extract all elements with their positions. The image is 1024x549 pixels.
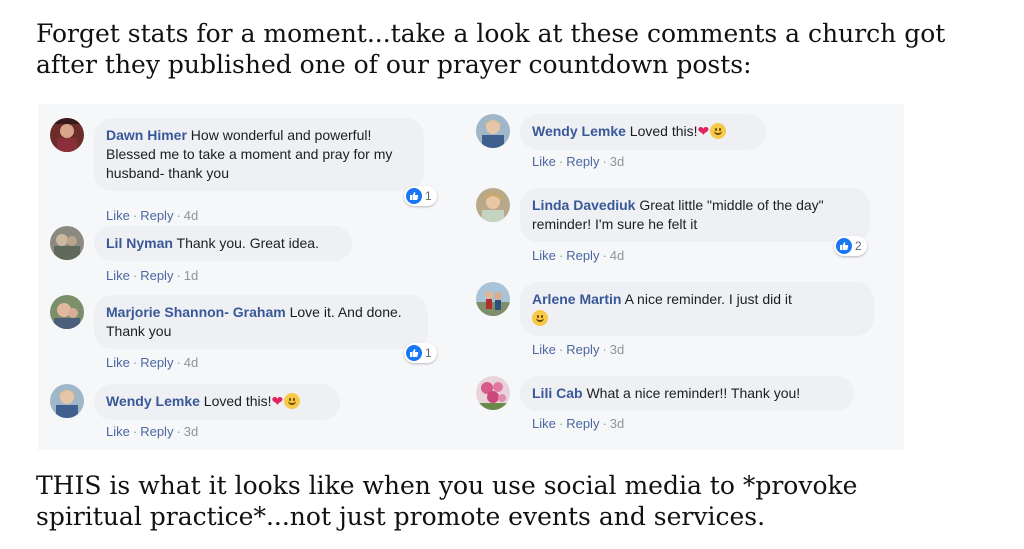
reply-link[interactable]: Reply: [140, 355, 173, 370]
reply-link[interactable]: Reply: [566, 248, 599, 263]
comment-bubble: Lil Nyman Thank you. Great idea.: [94, 226, 352, 261]
comment-time[interactable]: 4d: [610, 248, 624, 263]
reaction-count[interactable]: 1: [404, 186, 437, 206]
comment-time[interactable]: 4d: [184, 355, 198, 370]
footer-line-1: THIS is what it looks like when you use …: [36, 471, 858, 500]
smile-emoji-icon: [710, 123, 727, 139]
like-link[interactable]: Like: [532, 342, 556, 357]
comment-text: What a nice reminder!! Thank you!: [582, 385, 801, 401]
reaction-number: 2: [855, 239, 862, 253]
comment-bubble: Marjorie Shannon- Graham Love it. And do…: [94, 295, 428, 349]
comment-text: Thank you. Great idea.: [172, 235, 319, 251]
like-link[interactable]: Like: [532, 154, 556, 169]
comment-actions: Like · Reply · 1d: [106, 268, 199, 283]
heart-emoji-icon: ❤: [271, 394, 284, 410]
reply-link[interactable]: Reply: [140, 208, 173, 223]
avatar[interactable]: [50, 295, 84, 329]
comment-time[interactable]: 4d: [184, 208, 198, 223]
reply-link[interactable]: Reply: [140, 268, 173, 283]
comment-actions: Like · Reply · 3d: [106, 424, 199, 439]
comment-author[interactable]: Wendy Lemke: [532, 123, 626, 139]
comment-author[interactable]: Linda Davediuk: [532, 197, 635, 213]
footer-caption: THIS is what it looks like when you use …: [36, 470, 996, 532]
like-reaction-icon: [406, 345, 422, 361]
reply-link[interactable]: Reply: [566, 154, 599, 169]
comment-time[interactable]: 3d: [184, 424, 198, 439]
comment-actions: Like · Reply · 3d: [532, 416, 625, 431]
avatar[interactable]: [50, 118, 84, 152]
reaction-count[interactable]: 1: [404, 343, 437, 363]
reaction-number: 1: [425, 189, 432, 203]
avatar[interactable]: [476, 376, 510, 410]
smile-emoji-icon: [284, 393, 301, 409]
reply-link[interactable]: Reply: [566, 416, 599, 431]
comment-bubble: Wendy Lemke Loved this!❤: [520, 114, 766, 150]
avatar[interactable]: [476, 114, 510, 148]
comment-time[interactable]: 1d: [184, 268, 198, 283]
like-link[interactable]: Like: [532, 248, 556, 263]
avatar[interactable]: [476, 282, 510, 316]
comment-actions: Like · Reply · 4d: [106, 355, 199, 370]
reply-link[interactable]: Reply: [566, 342, 599, 357]
comment-bubble: Linda Davediuk Great little "middle of t…: [520, 188, 870, 242]
headline-line-1: Forget stats for a moment...take a look …: [36, 19, 946, 48]
comment-bubble: Lili Cab What a nice reminder!! Thank yo…: [520, 376, 854, 411]
comment-bubble: Wendy Lemke Loved this!❤: [94, 384, 340, 420]
reaction-number: 1: [425, 346, 432, 360]
headline: Forget stats for a moment...take a look …: [36, 18, 996, 80]
avatar[interactable]: [50, 226, 84, 260]
comment-actions: Like · Reply · 3d: [532, 154, 625, 169]
heart-emoji-icon: ❤: [697, 124, 710, 140]
comment-time[interactable]: 3d: [610, 342, 624, 357]
avatar[interactable]: [476, 188, 510, 222]
comment-actions: Like · Reply · 4d: [532, 248, 625, 263]
smile-emoji-icon: [532, 310, 548, 326]
like-reaction-icon: [406, 188, 422, 204]
comment-text: A nice reminder. I just did it: [621, 291, 792, 307]
comment-author[interactable]: Marjorie Shannon- Graham: [106, 304, 286, 320]
comment-author[interactable]: Wendy Lemke: [106, 393, 200, 409]
headline-line-2: after they published one of our prayer c…: [36, 50, 752, 79]
footer-line-2: spiritual practice*...not just promote e…: [36, 502, 766, 531]
reply-link[interactable]: Reply: [140, 424, 173, 439]
comment-text: Loved this!: [199, 393, 272, 409]
like-link[interactable]: Like: [106, 268, 130, 283]
like-link[interactable]: Like: [106, 355, 130, 370]
comment-bubble: Dawn Himer How wonderful and powerful! B…: [94, 118, 424, 191]
comment-time[interactable]: 3d: [610, 416, 624, 431]
like-link[interactable]: Like: [532, 416, 556, 431]
like-reaction-icon: [836, 238, 852, 254]
comment-author[interactable]: Lili Cab: [532, 385, 583, 401]
comments-screenshot: Dawn Himer How wonderful and powerful! B…: [38, 104, 904, 450]
comment-bubble: Arlene Martin A nice reminder. I just di…: [520, 282, 874, 336]
like-link[interactable]: Like: [106, 424, 130, 439]
like-link[interactable]: Like: [106, 208, 130, 223]
comment-text: Loved this!: [625, 123, 698, 139]
comment-time[interactable]: 3d: [610, 154, 624, 169]
comment-author[interactable]: Dawn Himer: [106, 127, 187, 143]
reaction-count[interactable]: 2: [834, 236, 867, 256]
comment-author[interactable]: Arlene Martin: [532, 291, 621, 307]
avatar[interactable]: [50, 384, 84, 418]
comment-author[interactable]: Lil Nyman: [106, 235, 173, 251]
comment-actions: Like · Reply · 3d: [532, 342, 625, 357]
comment-actions: Like · Reply · 4d: [106, 208, 199, 223]
